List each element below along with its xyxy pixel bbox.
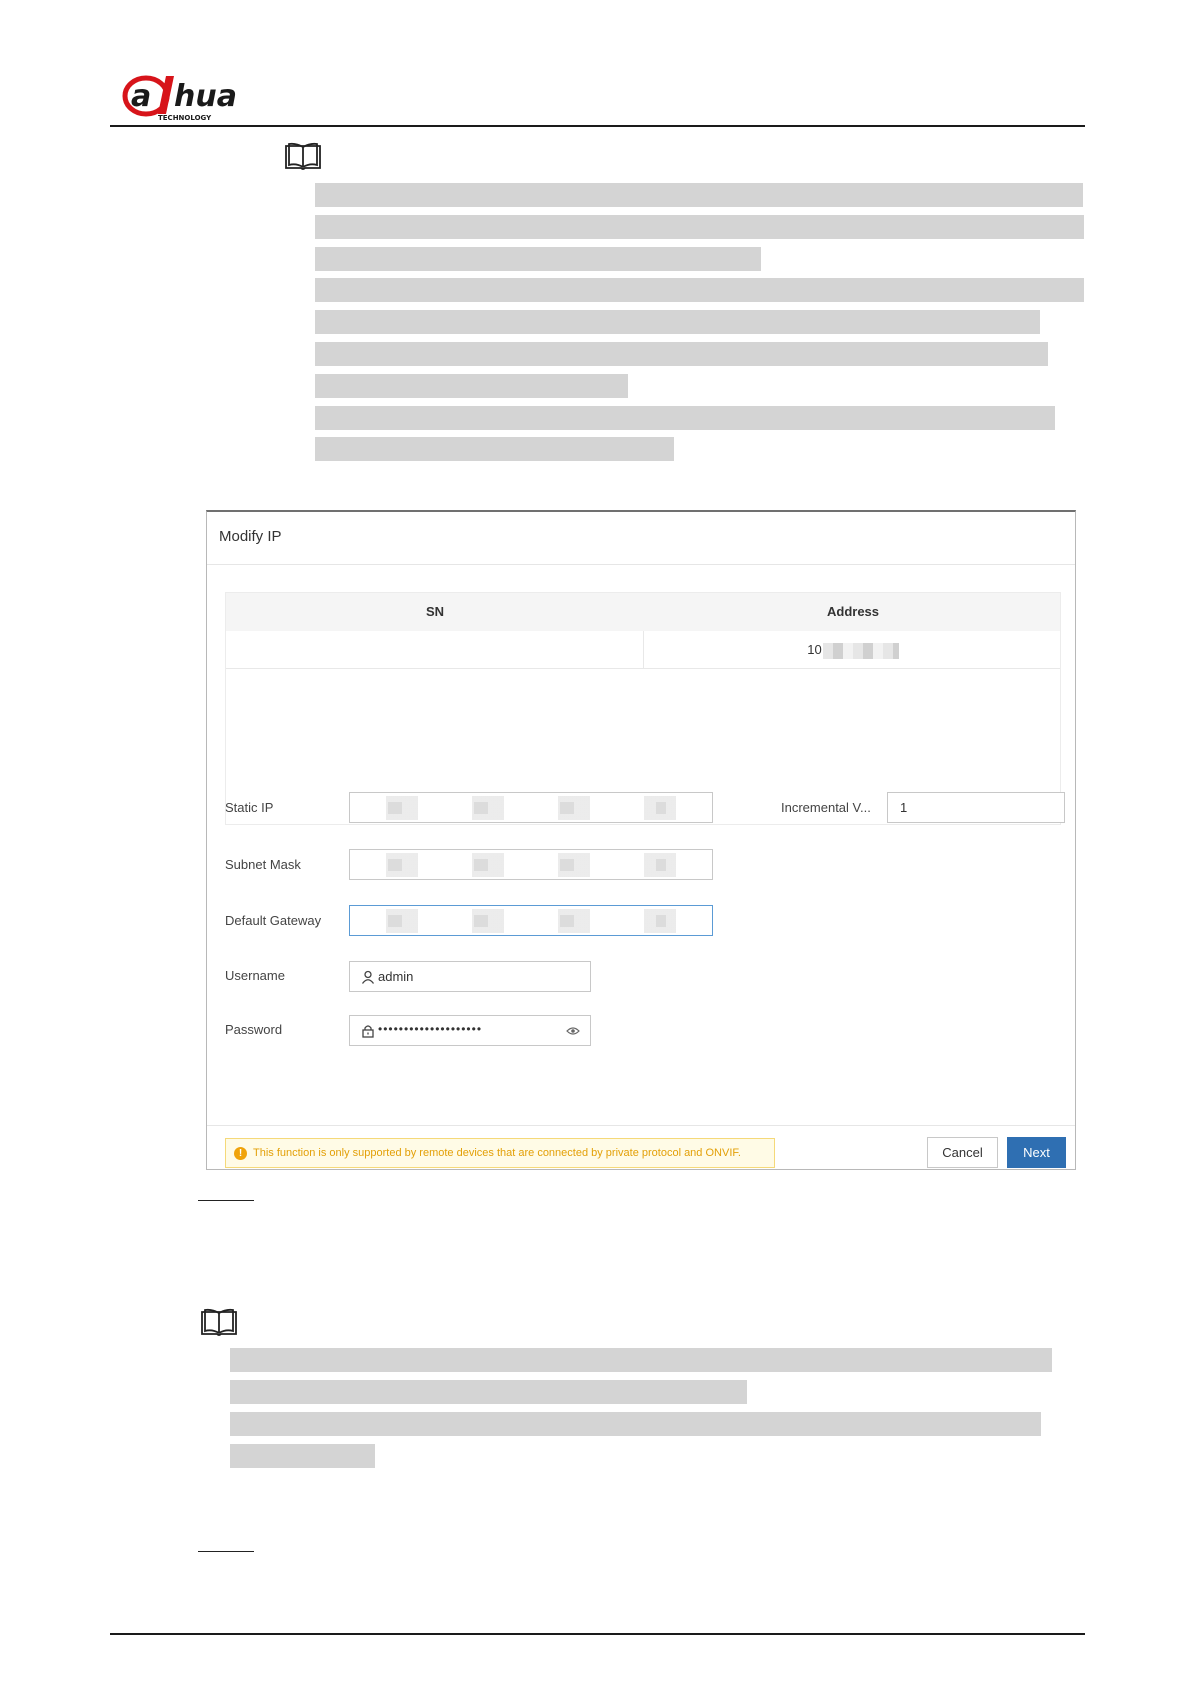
ip-segment xyxy=(474,915,488,927)
svg-text:a: a xyxy=(131,79,151,114)
svg-text:hua: hua xyxy=(174,79,237,114)
ip-segment xyxy=(560,859,574,871)
redacted-text-line xyxy=(315,437,674,461)
redacted-text-line xyxy=(230,1380,747,1404)
ip-segment xyxy=(474,802,488,814)
ip-segment xyxy=(388,802,402,814)
ip-segment xyxy=(388,859,402,871)
column-header-sn: SN xyxy=(425,604,445,619)
lock-icon xyxy=(362,1025,374,1038)
cell-address: 10 xyxy=(644,642,1062,659)
default-gateway-label: Default Gateway xyxy=(225,913,322,928)
ip-segment xyxy=(474,859,488,871)
subnet-mask-blur xyxy=(386,853,686,877)
footer-rule xyxy=(110,1633,1085,1635)
next-button[interactable]: Next xyxy=(1007,1137,1066,1168)
svg-text:TECHNOLOGY: TECHNOLOGY xyxy=(158,114,212,122)
redacted-text-line xyxy=(315,310,1040,334)
modify-ip-dialog: Modify IP SN Address 10 Static IP Increm… xyxy=(206,510,1076,1170)
dialog-footer-divider xyxy=(207,1125,1075,1126)
redacted-text-line xyxy=(315,406,1055,430)
username-input[interactable]: admin xyxy=(349,961,591,992)
redacted-text-line xyxy=(315,278,1084,302)
redacted-text-line xyxy=(315,215,1084,239)
book-note-icon xyxy=(201,1308,237,1336)
subnet-mask-label: Subnet Mask xyxy=(225,857,301,872)
redacted-text-line xyxy=(230,1444,375,1468)
device-table: SN Address 10 xyxy=(225,592,1061,825)
redacted-text-line xyxy=(230,1348,1052,1372)
incremental-label: Incremental V... xyxy=(781,800,871,815)
incremental-input[interactable]: 1 xyxy=(887,792,1065,823)
warning-text: This function is only supported by remot… xyxy=(253,1147,741,1159)
warning-icon: ! xyxy=(234,1147,247,1160)
redacted-text-line xyxy=(315,342,1048,366)
password-value: •••••••••••••••••••• xyxy=(378,1022,483,1036)
column-header-address: Address xyxy=(826,604,880,619)
ip-segment xyxy=(656,802,666,814)
address-blur xyxy=(822,642,899,659)
ip-segment xyxy=(656,859,666,871)
cancel-button[interactable]: Cancel xyxy=(927,1137,998,1168)
username-value: admin xyxy=(378,969,414,984)
step-marker-line xyxy=(198,1551,254,1552)
dialog-title: Modify IP xyxy=(219,528,282,545)
dahua-logo: a hua TECHNOLOGY xyxy=(122,75,237,122)
redacted-text-line xyxy=(315,247,761,271)
subnet-mask-input[interactable] xyxy=(349,849,713,880)
warning-banner: ! This function is only supported by rem… xyxy=(225,1138,775,1168)
static-ip-blur xyxy=(386,796,686,820)
ip-segment xyxy=(560,802,574,814)
redacted-text-line xyxy=(315,374,628,398)
ip-segment xyxy=(656,915,666,927)
show-password-eye-icon[interactable] xyxy=(566,1026,580,1036)
ip-segment xyxy=(388,915,402,927)
redacted-text-line xyxy=(230,1412,1041,1436)
username-label: Username xyxy=(225,968,285,983)
table-header: SN Address xyxy=(226,593,1060,631)
step-marker-line xyxy=(198,1200,254,1201)
static-ip-label: Static IP xyxy=(225,800,274,815)
ip-segment xyxy=(560,915,574,927)
redacted-text-line xyxy=(315,183,1083,207)
address-value: 10 xyxy=(807,642,822,657)
default-gateway-input[interactable] xyxy=(349,905,713,936)
password-input[interactable]: •••••••••••••••••••• xyxy=(349,1015,591,1046)
header-rule xyxy=(110,125,1085,127)
dialog-title-divider xyxy=(207,564,1075,565)
static-ip-input[interactable] xyxy=(349,792,713,823)
incremental-value: 1 xyxy=(900,800,908,815)
user-icon xyxy=(361,970,375,984)
book-note-icon xyxy=(285,142,321,170)
default-gateway-blur xyxy=(386,909,686,933)
password-label: Password xyxy=(225,1022,283,1037)
